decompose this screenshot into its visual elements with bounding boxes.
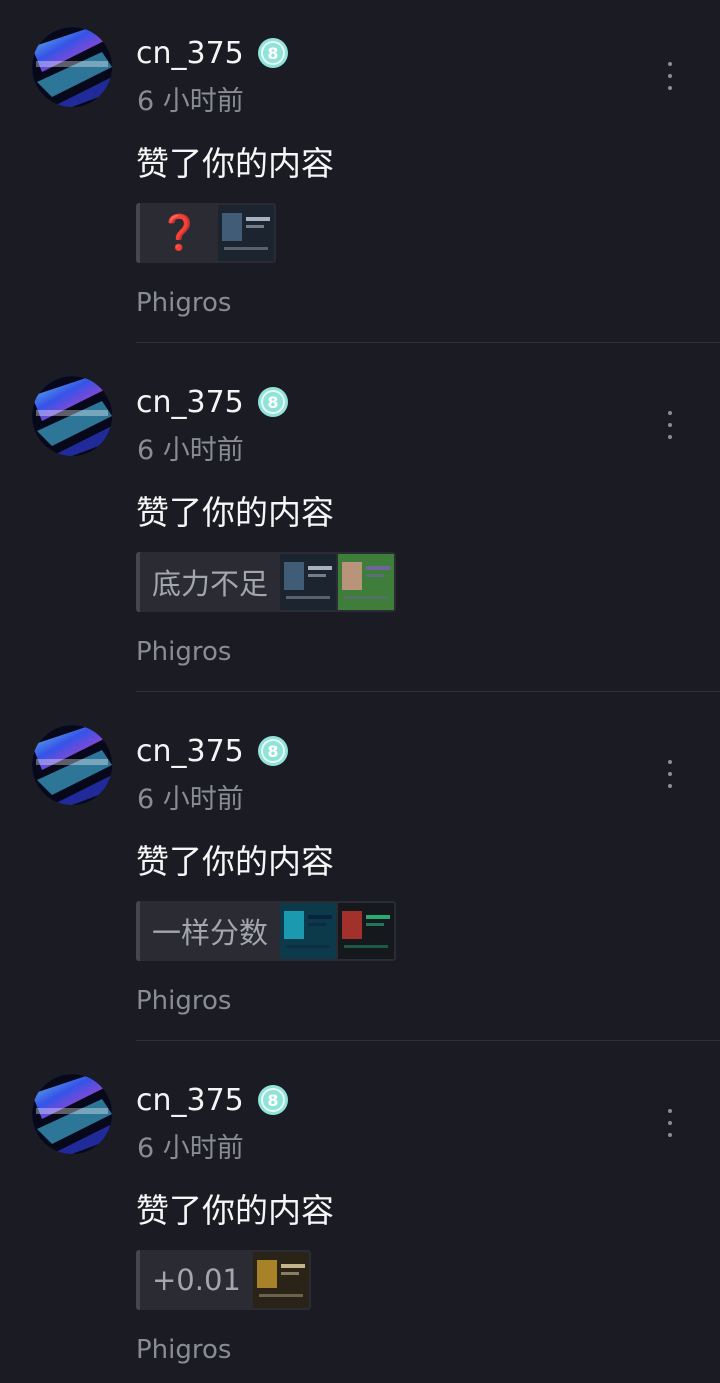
dot-icon bbox=[668, 435, 672, 439]
dot-icon bbox=[668, 423, 672, 427]
action-text: 赞了你的内容 bbox=[136, 144, 334, 183]
more-options-button[interactable] bbox=[660, 760, 680, 788]
username[interactable]: cn_375 bbox=[136, 1081, 244, 1121]
quoted-post[interactable]: +0.01 bbox=[136, 1250, 311, 1310]
notification-feed: cn_375 8 6 小时前 赞了你的内容 ❓ Phigros cn_375 8 6 小时前 赞了… bbox=[0, 0, 720, 1383]
timestamp: 6 小时前 bbox=[137, 784, 244, 815]
source-label[interactable]: Phigros bbox=[136, 1333, 231, 1367]
notification-card[interactable]: cn_375 8 6 小时前赞了你的内容 +0.01 Phigros bbox=[0, 1047, 720, 1383]
avatar[interactable] bbox=[32, 1074, 112, 1154]
divider bbox=[136, 1040, 720, 1041]
dot-icon bbox=[668, 1109, 672, 1113]
action-text: 赞了你的内容 bbox=[136, 842, 334, 881]
thumbnail-image[interactable] bbox=[218, 205, 276, 261]
dot-icon bbox=[668, 74, 672, 78]
svg-text:8: 8 bbox=[267, 1091, 278, 1110]
quoted-text: 一样分数 bbox=[152, 916, 269, 950]
source-label[interactable]: Phigros bbox=[136, 635, 231, 669]
action-text: 赞了你的内容 bbox=[136, 493, 334, 532]
dot-icon bbox=[668, 1121, 672, 1125]
quoted-post[interactable]: 一样分数 bbox=[136, 901, 397, 961]
svg-text:8: 8 bbox=[267, 393, 278, 412]
more-options-button[interactable] bbox=[660, 1109, 680, 1137]
avatar[interactable] bbox=[32, 725, 112, 805]
dot-icon bbox=[668, 62, 672, 66]
quoted-text: +0.01 bbox=[152, 1263, 241, 1297]
quoted-text: ❓ bbox=[158, 213, 201, 253]
thumbnail-image[interactable] bbox=[280, 554, 338, 610]
username[interactable]: cn_375 bbox=[136, 383, 244, 423]
thumbnail-image[interactable] bbox=[280, 903, 338, 959]
notification-card[interactable]: cn_375 8 6 小时前赞了你的内容底力不足 Phigros bbox=[0, 349, 720, 698]
level-badge-icon: 8 bbox=[257, 386, 289, 418]
svg-text:8: 8 bbox=[267, 44, 278, 63]
avatar[interactable] bbox=[32, 376, 112, 456]
divider bbox=[136, 342, 720, 343]
dot-icon bbox=[668, 760, 672, 764]
notification-card[interactable]: cn_375 8 6 小时前赞了你的内容一样分数 Phigros bbox=[0, 698, 720, 1047]
username[interactable]: cn_375 bbox=[136, 732, 244, 772]
username[interactable]: cn_375 bbox=[136, 34, 244, 74]
quoted-text: 底力不足 bbox=[152, 567, 269, 601]
level-badge-icon: 8 bbox=[257, 735, 289, 767]
timestamp: 6 小时前 bbox=[137, 1133, 244, 1164]
level-badge-icon: 8 bbox=[257, 1084, 289, 1116]
dot-icon bbox=[668, 1133, 672, 1137]
thumbnail-image[interactable] bbox=[338, 903, 396, 959]
svg-text:8: 8 bbox=[267, 742, 278, 761]
thumbnail-image[interactable] bbox=[252, 1252, 311, 1308]
source-label[interactable]: Phigros bbox=[136, 984, 231, 1018]
action-text: 赞了你的内容 bbox=[136, 1191, 334, 1230]
level-badge-icon: 8 bbox=[257, 37, 289, 69]
quoted-post[interactable]: 底力不足 bbox=[136, 552, 397, 612]
avatar[interactable] bbox=[32, 27, 112, 107]
thumbnail-image[interactable] bbox=[338, 554, 396, 610]
timestamp: 6 小时前 bbox=[137, 435, 244, 466]
dot-icon bbox=[668, 86, 672, 90]
notification-card[interactable]: cn_375 8 6 小时前赞了你的内容 ❓ Phigros bbox=[0, 0, 720, 349]
source-label[interactable]: Phigros bbox=[136, 286, 231, 320]
divider bbox=[136, 691, 720, 692]
more-options-button[interactable] bbox=[660, 62, 680, 90]
more-options-button[interactable] bbox=[660, 411, 680, 439]
timestamp: 6 小时前 bbox=[137, 86, 244, 117]
dot-icon bbox=[668, 411, 672, 415]
dot-icon bbox=[668, 772, 672, 776]
dot-icon bbox=[668, 784, 672, 788]
quoted-post[interactable]: ❓ bbox=[136, 203, 277, 263]
